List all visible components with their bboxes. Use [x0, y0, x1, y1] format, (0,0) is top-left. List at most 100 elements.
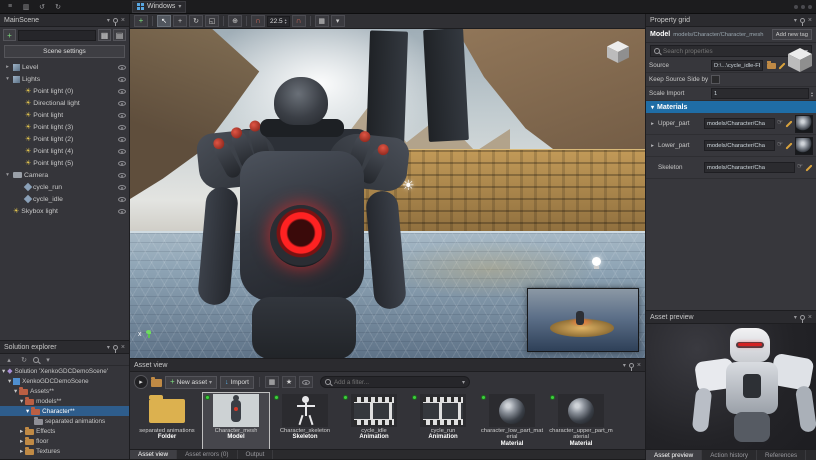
visibility-icon[interactable]: [118, 185, 126, 190]
collapse-all-icon[interactable]: ▴: [3, 355, 15, 365]
visibility-icon[interactable]: [118, 149, 126, 154]
undo-icon[interactable]: ↺: [36, 2, 48, 12]
pin-icon[interactable]: [113, 345, 118, 350]
expander-icon[interactable]: ▾: [20, 398, 23, 405]
chevron-down-icon[interactable]: ▾: [794, 314, 797, 321]
visibility-icon[interactable]: [118, 197, 126, 202]
tree-item-point-light[interactable]: ☀ Point light (3): [0, 121, 129, 133]
navigate-up-button[interactable]: ▸: [134, 375, 148, 389]
search-icon[interactable]: [33, 357, 39, 363]
asset-tile-upper-part-material[interactable]: character_upper_part_material Material: [548, 393, 614, 450]
import-button[interactable]: ↓ Import: [220, 376, 254, 389]
select-tool-button[interactable]: ↖: [157, 15, 171, 27]
tree-item-point-light[interactable]: ☀ Point light (4): [0, 145, 129, 157]
property-search-input[interactable]: [663, 48, 802, 55]
expander-icon[interactable]: ▾: [8, 378, 11, 385]
solution-item-effects[interactable]: ▸ Effects: [0, 426, 129, 436]
highlight-button[interactable]: ★: [282, 376, 296, 388]
edit-icon[interactable]: [785, 142, 793, 150]
solution-item-models[interactable]: ▾ models**: [0, 396, 129, 406]
tree-item-level[interactable]: ▸ Level: [0, 61, 129, 73]
spinner-icon[interactable]: ▴▾: [811, 91, 813, 97]
refresh-icon[interactable]: ↻: [18, 355, 30, 365]
edit-icon[interactable]: [778, 62, 786, 70]
tree-item-skybox-light[interactable]: ☀ Skybox light: [0, 205, 129, 217]
close-icon[interactable]: ×: [121, 17, 125, 24]
visibility-icon[interactable]: [118, 65, 126, 70]
visibility-icon[interactable]: [118, 209, 126, 214]
chevron-down-icon[interactable]: ▾: [107, 344, 110, 351]
scene-viewport[interactable]: ☀ x: [130, 29, 645, 358]
expander-icon[interactable]: ▸: [20, 428, 23, 435]
spinner-icon[interactable]: ▴▾: [285, 18, 287, 24]
rotate-tool-button[interactable]: ↻: [189, 15, 203, 27]
tree-item-directional-light[interactable]: ☀ Directional light: [0, 97, 129, 109]
translate-snap-button[interactable]: ∩: [251, 15, 265, 27]
chevron-down-icon[interactable]: ▾: [462, 379, 465, 386]
expander-icon[interactable]: ▸: [649, 143, 656, 149]
solution-item-root[interactable]: ▾◆ Solution 'XenkoGDCDemoScene': [0, 366, 129, 376]
visibility-icon[interactable]: [118, 101, 126, 106]
tab-output[interactable]: Output: [238, 450, 274, 459]
visibility-icon[interactable]: [118, 161, 126, 166]
rotate-snap-button[interactable]: ∩: [292, 15, 306, 27]
close-icon[interactable]: ×: [808, 17, 812, 24]
visibility-icon[interactable]: [118, 173, 126, 178]
scene-settings-button[interactable]: Scene settings: [4, 45, 125, 58]
keep-source-checkbox[interactable]: [711, 75, 720, 84]
plant-gizmo-icon[interactable]: [146, 330, 152, 338]
expander-icon[interactable]: ▾: [2, 368, 5, 375]
asset-tile-character-mesh[interactable]: Character_mesh Model: [203, 393, 269, 450]
view-options-button[interactable]: ▦: [265, 376, 279, 388]
tree-item-point-light[interactable]: ☀ Point light (5): [0, 157, 129, 169]
visibility-icon[interactable]: [118, 113, 126, 118]
scene-filter-input[interactable]: [18, 30, 96, 41]
redo-icon[interactable]: ↻: [52, 2, 64, 12]
coordinate-space-button[interactable]: ⊕: [228, 15, 242, 27]
tree-item-cycle-idle[interactable]: cycle_idle: [0, 193, 129, 205]
picker-hand-icon[interactable]: ☞: [797, 164, 803, 171]
close-icon[interactable]: ×: [121, 344, 125, 351]
expander-icon[interactable]: ▾: [4, 76, 11, 82]
close-icon[interactable]: ×: [808, 314, 812, 321]
expander-icon[interactable]: ▸: [20, 438, 23, 445]
edit-icon[interactable]: [785, 120, 793, 128]
camera-settings-button[interactable]: ▦: [315, 15, 329, 27]
tab-asset-errors[interactable]: Asset errors (0): [177, 450, 237, 459]
tab-asset-view[interactable]: Asset view: [130, 450, 177, 459]
picker-hand-icon[interactable]: ☞: [777, 142, 783, 149]
pin-icon[interactable]: [800, 315, 805, 320]
current-folder-icon[interactable]: [151, 379, 162, 387]
expander-icon[interactable]: ▾: [14, 388, 17, 395]
chevron-down-icon[interactable]: ▾: [794, 17, 797, 24]
translate-tool-button[interactable]: +: [173, 15, 187, 27]
pin-icon[interactable]: [800, 18, 805, 23]
orientation-cube[interactable]: [607, 41, 629, 63]
scale-tool-button[interactable]: ◱: [205, 15, 219, 27]
tree-item-point-light[interactable]: ☀ Point light (0): [0, 85, 129, 97]
tree-item-point-light[interactable]: ☀ Point light (2): [0, 133, 129, 145]
expander-icon[interactable]: ▾: [4, 172, 11, 178]
asset-filter-field[interactable]: ▾: [320, 376, 470, 388]
render-mode-button[interactable]: ▾: [331, 15, 345, 27]
browse-folder-icon[interactable]: [767, 63, 776, 69]
light-gizmo-icon[interactable]: ☀: [402, 177, 415, 194]
settings-icon[interactable]: ▾: [42, 355, 54, 365]
rotation-snap-value[interactable]: 22.5 ▴▾: [267, 16, 290, 27]
asset-tile-folder[interactable]: separated animations Folder: [134, 393, 200, 450]
solution-item-floor[interactable]: ▸ floor: [0, 436, 129, 446]
solution-item-project[interactable]: ▾ XenkoGDCDemoScene: [0, 376, 129, 386]
tree-item-cycle-run[interactable]: cycle_run: [0, 181, 129, 193]
tree-item-point-light[interactable]: ☀ Point light: [0, 109, 129, 121]
preview-viewport[interactable]: [646, 324, 816, 449]
save-icon[interactable]: ▥: [20, 2, 32, 12]
expander-icon[interactable]: ▸: [20, 448, 23, 455]
visibility-icon[interactable]: [118, 125, 126, 130]
materials-section-header[interactable]: ▾ Materials: [646, 101, 816, 113]
platform-selector[interactable]: Windows ▾: [132, 1, 186, 13]
chevron-down-icon[interactable]: ▾: [623, 362, 626, 369]
pin-icon[interactable]: [629, 363, 634, 368]
visibility-icon[interactable]: [118, 89, 126, 94]
snap-grid-button[interactable]: +: [134, 15, 148, 27]
view-mode-icon[interactable]: ▦: [98, 29, 111, 41]
